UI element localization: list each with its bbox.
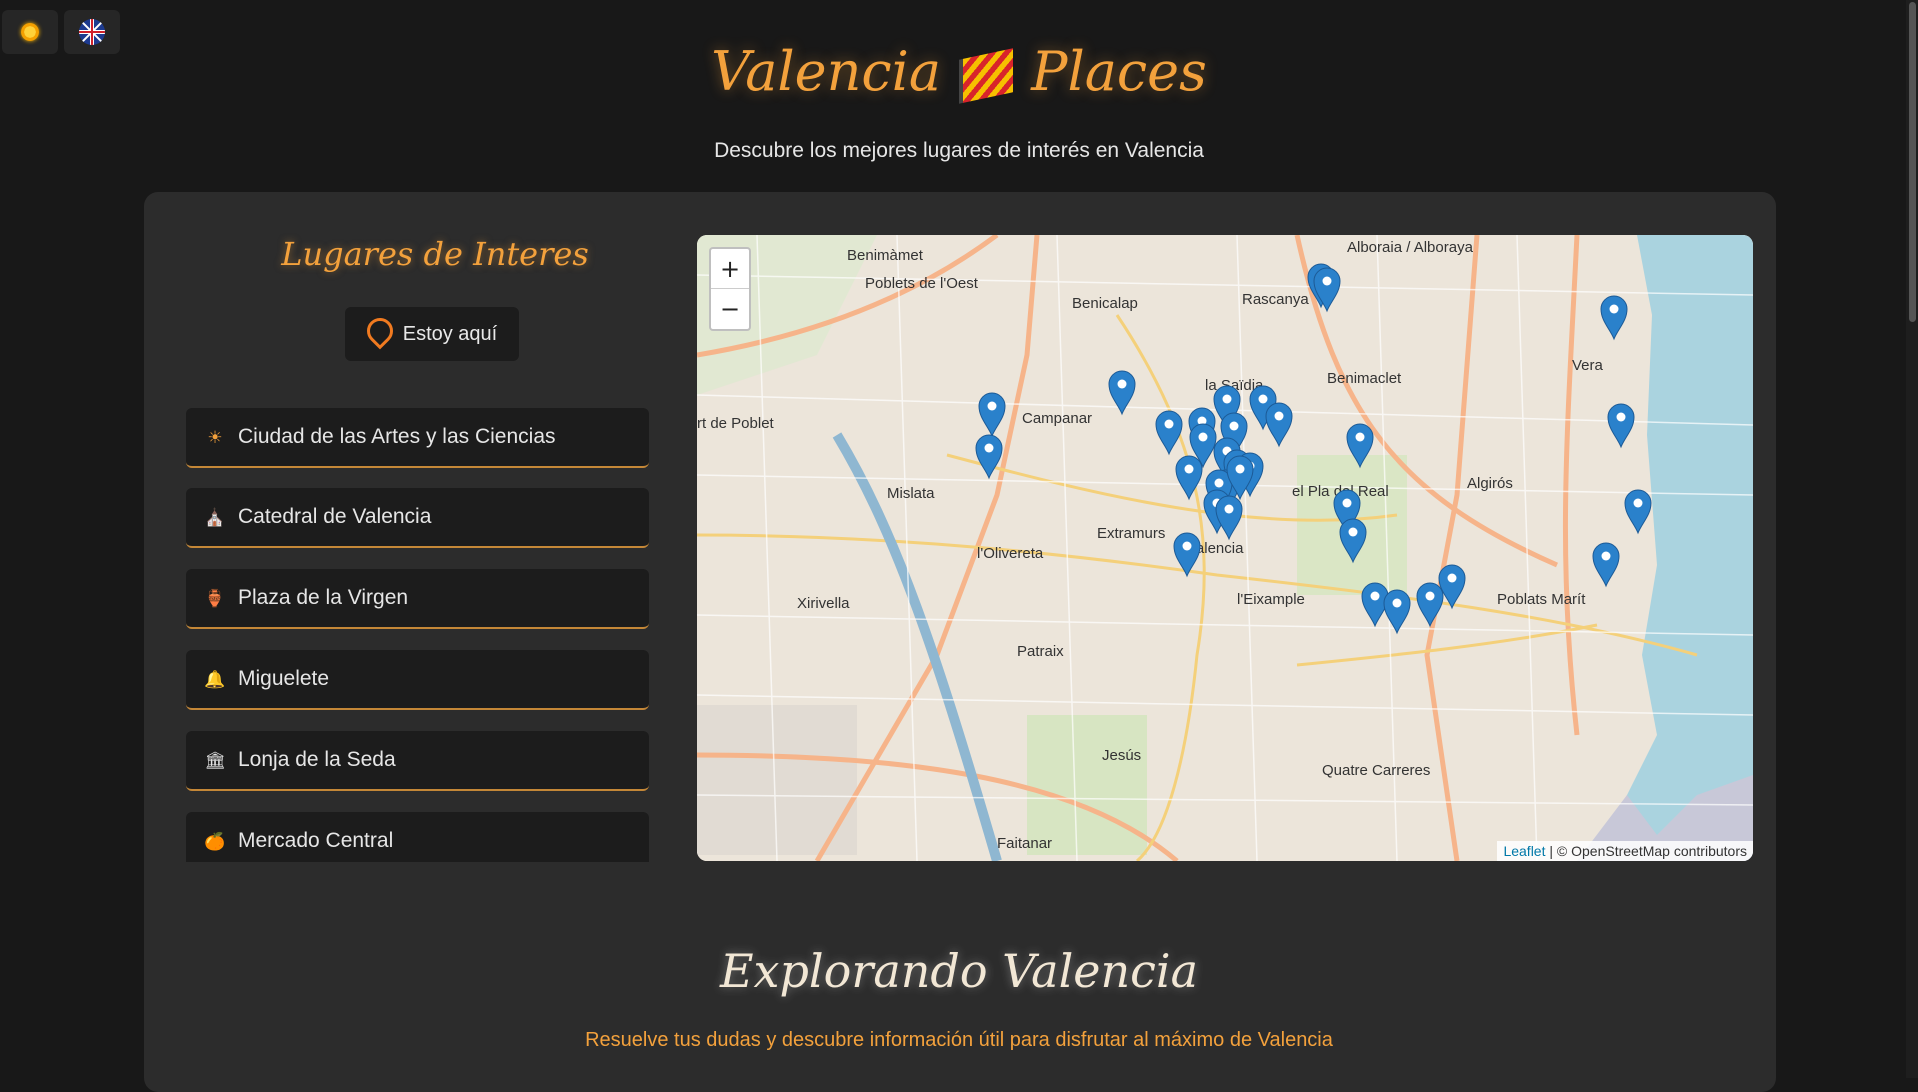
map-marker-icon[interactable] <box>978 392 1006 438</box>
place-item-ciudad-artes[interactable]: ☀ Ciudad de las Artes y las Ciencias <box>186 408 649 468</box>
map-marker-icon[interactable] <box>1383 589 1411 635</box>
map-marker-icon[interactable] <box>1215 495 1243 541</box>
map-marker-icon[interactable] <box>1173 532 1201 578</box>
place-label: Mercado Central <box>238 829 394 852</box>
place-label: Ciudad de las Artes y las Ciencias <box>238 425 556 448</box>
place-label: Plaza de la Virgen <box>238 586 409 609</box>
valencia-flag-icon <box>959 48 1014 104</box>
building-icon: 🏛 <box>204 750 226 770</box>
map-marker-icon[interactable] <box>1416 582 1444 628</box>
map-attribution: Leaflet | © OpenStreetMap contributors <box>1497 841 1753 861</box>
zoom-out-button[interactable]: − <box>711 289 749 328</box>
places-list[interactable]: ☀ Ciudad de las Artes y las Ciencias ⛪ C… <box>186 408 649 862</box>
explore-title: Explorando Valencia <box>719 944 1199 998</box>
cathedral-icon: ⛪ <box>204 507 226 527</box>
sun-icon <box>21 23 39 41</box>
map-marker-icon[interactable] <box>1600 295 1628 341</box>
location-pin-icon <box>361 312 399 350</box>
place-label: Miguelete <box>238 667 330 690</box>
place-label: Catedral de Valencia <box>238 505 432 528</box>
map-marker-icon[interactable] <box>1339 518 1367 564</box>
map-marker-icon[interactable] <box>1155 410 1183 456</box>
place-item-plaza-virgen[interactable]: 🏺 Plaza de la Virgen <box>186 569 649 629</box>
map-marker-icon[interactable] <box>975 434 1003 480</box>
scrollbar[interactable] <box>1906 0 1918 1078</box>
map-marker-icon[interactable] <box>1438 564 1466 610</box>
map-markers[interactable] <box>697 235 1753 861</box>
amphora-icon: 🏺 <box>204 588 226 608</box>
map-marker-icon[interactable] <box>1313 267 1341 313</box>
zoom-control: + − <box>709 247 751 331</box>
place-item-mercado[interactable]: 🍊 Mercado Central <box>186 812 649 862</box>
title-part-2: Places <box>1031 40 1207 103</box>
scrollbar-thumb[interactable] <box>1909 2 1916 322</box>
sun-icon: ☀ <box>207 427 223 447</box>
locate-me-button[interactable]: Estoy aquí <box>345 307 519 361</box>
map-marker-icon[interactable] <box>1175 455 1203 501</box>
title-part-1: Valencia <box>711 40 942 103</box>
map-marker-icon[interactable] <box>1265 402 1293 448</box>
map-marker-icon[interactable] <box>1624 489 1652 535</box>
leaflet-link[interactable]: Leaflet <box>1503 843 1545 859</box>
osm-attribution: | © OpenStreetMap contributors <box>1549 843 1747 859</box>
map-marker-icon[interactable] <box>1346 423 1374 469</box>
places-title: Lugares de Interes <box>281 235 589 273</box>
map-marker-icon[interactable] <box>1108 370 1136 416</box>
zoom-in-button[interactable]: + <box>711 249 749 289</box>
map-marker-icon[interactable] <box>1607 403 1635 449</box>
orange-icon: 🍊 <box>204 831 226 851</box>
map[interactable]: Benimàmet Poblets de l'Oest Benicalap Ra… <box>697 235 1753 861</box>
place-item-catedral[interactable]: ⛪ Catedral de Valencia <box>186 488 649 548</box>
explore-subtitle: Resuelve tus dudas y descubre informació… <box>585 1029 1333 1051</box>
locate-me-label: Estoy aquí <box>402 322 498 345</box>
place-item-lonja[interactable]: 🏛 Lonja de la Seda <box>186 731 649 791</box>
page-title: Valencia Places <box>0 40 1918 104</box>
map-marker-icon[interactable] <box>1592 542 1620 588</box>
place-label: Lonja de la Seda <box>238 748 396 771</box>
place-item-miguelete[interactable]: 🔔 Miguelete <box>186 650 649 710</box>
page-subtitle: Descubre los mejores lugares de interés … <box>714 139 1204 162</box>
bell-icon: 🔔 <box>204 669 226 689</box>
